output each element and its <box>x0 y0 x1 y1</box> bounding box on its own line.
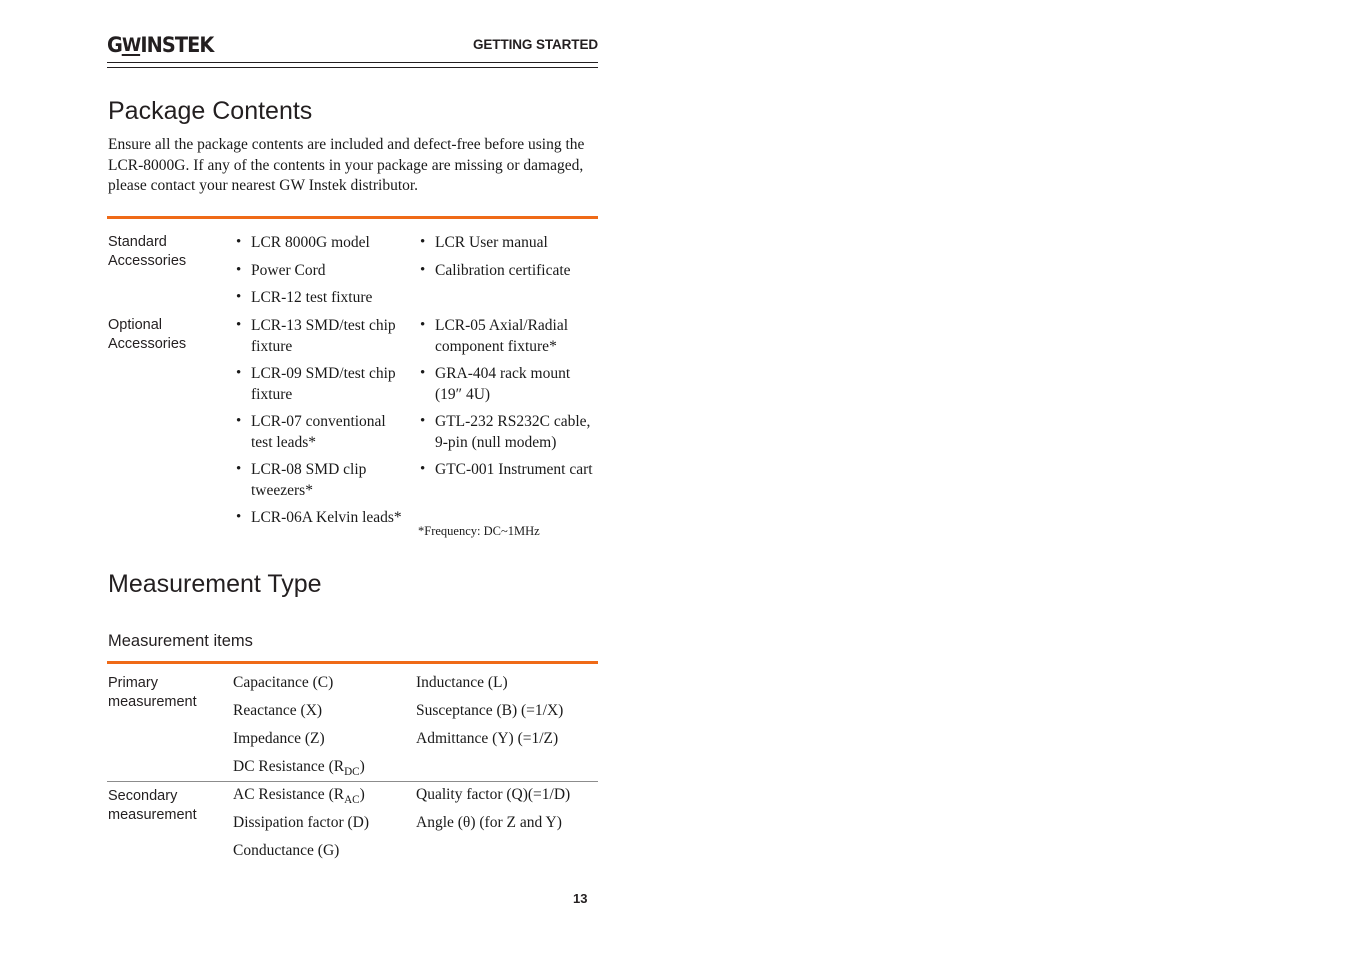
primary-measurement-label: Primary measurement <box>108 675 197 710</box>
secondary-col2-quality: Quality factor (Q)(=1/D) <box>416 786 571 803</box>
secondary-col1-conductance: Conductance (G) <box>233 842 340 859</box>
list-item: LCR User manual <box>418 232 598 254</box>
list-item: LCR-12 test fixture <box>234 287 406 309</box>
left-page-header: GWINSTEK GETTING STARTED <box>107 33 598 68</box>
primary-col1-dc-resistance: DC Resistance (RDC) <box>233 758 365 778</box>
secondary-col1-ac-resistance: AC Resistance (RAC) <box>233 786 365 806</box>
package-contents-intro: Ensure all the package contents are incl… <box>108 136 585 194</box>
measurement-items-mid-rule <box>107 781 598 782</box>
list-item: LCR 8000G model <box>234 232 406 254</box>
standard-accessories-label: Standard Accessories <box>108 234 187 269</box>
list-item: Calibration certificate <box>418 260 598 282</box>
secondary-col1-dissipation: Dissipation factor (D) <box>233 814 370 831</box>
gw-instek-logo: GWINSTEK <box>107 33 214 57</box>
standard-accessories-col2: LCR User manual Calibration certificate <box>418 232 598 288</box>
page-right: GWINSTEK LCR-8000G Series User Manual Me… <box>676 0 1351 954</box>
header-double-rule-left <box>107 62 598 68</box>
optional-accessories-col2: LCR-05 Axial/Radial component fixture* G… <box>418 315 600 488</box>
logo-w-glyph: W <box>121 34 141 56</box>
list-item: LCR-13 SMD/test chip fixture <box>234 315 406 357</box>
list-item: Power Cord <box>234 260 406 282</box>
dc-resistance-sub: DC <box>344 766 360 779</box>
primary-col1-reactance: Reactance (X) <box>233 702 323 719</box>
list-item: GRA-404 rack mount (19″ 4U) <box>418 363 600 405</box>
package-contents-footnote: *Frequency: DC~1MHz <box>418 524 540 538</box>
list-item: GTL-232 RS232C cable, 9-pin (null modem) <box>418 411 600 453</box>
primary-col2-admittance: Admittance (Y) (=1/Z) <box>416 730 559 747</box>
measurement-items-subheading: Measurement items <box>108 632 253 650</box>
list-item: LCR-09 SMD/test chip fixture <box>234 363 406 405</box>
standard-accessories-col1: LCR 8000G model Power Cord LCR-12 test f… <box>234 232 406 316</box>
page-number-left: 13 <box>573 891 588 906</box>
ac-resistance-pre: AC Resistance (R <box>233 786 345 803</box>
list-item: LCR-08 SMD clip tweezers* <box>234 459 406 501</box>
list-item: LCR-05 Axial/Radial component fixture* <box>418 315 600 357</box>
primary-col1-impedance: Impedance (Z) <box>233 730 325 747</box>
secondary-measurement-label: Secondary measurement <box>108 788 197 823</box>
measurement-items-top-rule <box>107 661 598 664</box>
primary-col2-inductance: Inductance (L) <box>416 674 508 691</box>
dc-resistance-pre: DC Resistance (R <box>233 758 345 775</box>
list-item: GTC-001 Instrument cart <box>418 459 600 481</box>
primary-col1-capacitance: Capacitance (C) <box>233 674 334 691</box>
optional-accessories-col1: LCR-13 SMD/test chip fixture LCR-09 SMD/… <box>234 315 406 536</box>
secondary-col2-angle: Angle (θ) (for Z and Y) <box>416 814 562 831</box>
list-item: LCR-07 conventional test leads* <box>234 411 406 453</box>
page-left: GWINSTEK GETTING STARTED Package Content… <box>0 0 675 954</box>
package-contents-heading: Package Contents <box>108 97 313 125</box>
dc-resistance-post: ) <box>359 758 365 775</box>
header-title-left: GETTING STARTED <box>473 37 598 52</box>
package-contents-top-rule <box>107 216 598 219</box>
list-item: LCR-06A Kelvin leads* <box>234 507 406 529</box>
primary-col2-susceptance: Susceptance (B) (=1/X) <box>416 702 564 719</box>
ac-resistance-post: ) <box>359 786 365 803</box>
optional-accessories-label: Optional Accessories <box>108 317 187 352</box>
measurement-type-heading: Measurement Type <box>108 570 322 598</box>
ac-resistance-sub: AC <box>344 794 360 807</box>
